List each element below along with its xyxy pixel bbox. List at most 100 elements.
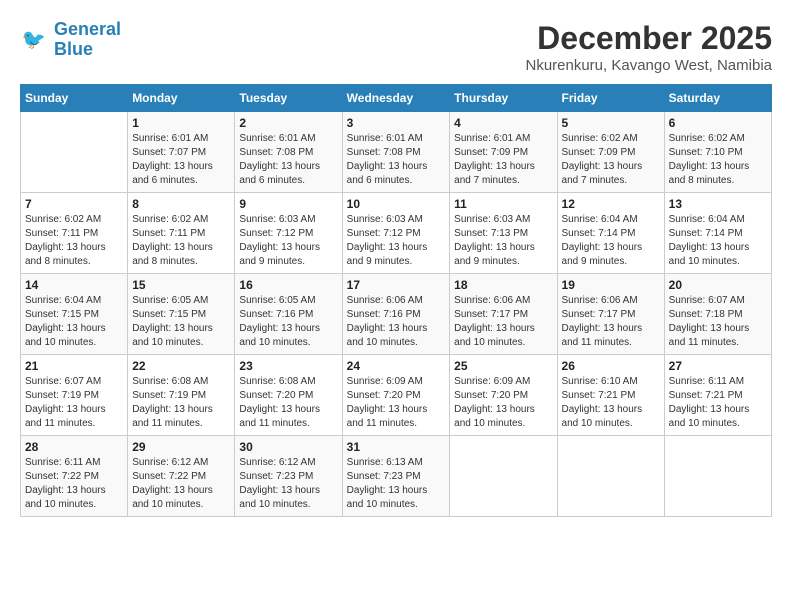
day-number: 7: [25, 197, 123, 211]
day-number: 23: [239, 359, 337, 373]
week-row-3: 14Sunrise: 6:04 AMSunset: 7:15 PMDayligh…: [21, 274, 772, 355]
page-header: 🐦 General Blue December 2025 Nkurenkuru,…: [20, 20, 772, 74]
day-number: 17: [347, 278, 446, 292]
calendar-cell: 3 Sunrise: 6:01 AMSunset: 7:08 PMDaylight…: [342, 112, 450, 193]
day-number: 6: [669, 116, 767, 130]
day-info: Sunrise: 6:08 AMSunset: 7:20 PMDaylight:…: [239, 375, 337, 431]
calendar-cell: 23 Sunrise: 6:08 AMSunset: 7:20 PMDayligh…: [235, 355, 342, 436]
calendar-table: SundayMondayTuesdayWednesdayThursdayFrid…: [20, 84, 772, 517]
calendar-body: 1 Sunrise: 6:01 AMSunset: 7:07 PMDaylight…: [21, 112, 772, 517]
day-number: 19: [562, 278, 660, 292]
day-info: Sunrise: 6:04 AMSunset: 7:14 PMDaylight:…: [669, 213, 767, 269]
day-number: 1: [132, 116, 230, 130]
calendar-cell: 5Sunrise: 6:02 AMSunset: 7:09 PMDaylight…: [557, 112, 664, 193]
week-row-4: 21 Sunrise: 6:07 AMSunset: 7:19 PMDayligh…: [21, 355, 772, 436]
calendar-cell: 30 Sunrise: 6:12 AMSunset: 7:23 PMDayligh…: [235, 436, 342, 517]
calendar-cell: 29 Sunrise: 6:12 AMSunset: 7:22 PMDayligh…: [128, 436, 235, 517]
day-info: Sunrise: 6:11 AMSunset: 7:22 PMDaylight:…: [25, 456, 123, 512]
day-number: 8: [132, 197, 230, 211]
day-info: Sunrise: 6:02 AMSunset: 7:09 PMDaylight:…: [562, 132, 660, 188]
calendar-cell: [557, 436, 664, 517]
calendar-cell: [21, 112, 128, 193]
day-number: 27: [669, 359, 767, 373]
calendar-cell: [664, 436, 771, 517]
day-number: 3: [347, 116, 446, 130]
day-number: 2: [239, 116, 337, 130]
day-info: Sunrise: 6:12 AMSunset: 7:23 PMDaylight:…: [239, 456, 337, 512]
title-section: December 2025 Nkurenkuru, Kavango West, …: [525, 20, 772, 74]
calendar-cell: 7 Sunrise: 6:02 AMSunset: 7:11 PMDaylight…: [21, 193, 128, 274]
week-row-1: 1 Sunrise: 6:01 AMSunset: 7:07 PMDaylight…: [21, 112, 772, 193]
day-info: Sunrise: 6:02 AMSunset: 7:11 PMDaylight:…: [25, 213, 123, 269]
day-header-monday: Monday: [128, 85, 235, 112]
calendar-cell: 10 Sunrise: 6:03 AMSunset: 7:12 PMDayligh…: [342, 193, 450, 274]
calendar-cell: 11Sunrise: 6:03 AMSunset: 7:13 PMDayligh…: [450, 193, 557, 274]
day-info: Sunrise: 6:06 AMSunset: 7:17 PMDaylight:…: [562, 294, 660, 350]
day-info: Sunrise: 6:04 AMSunset: 7:15 PMDaylight:…: [25, 294, 123, 350]
calendar-cell: 25 Sunrise: 6:09 AMSunset: 7:20 PMDayligh…: [450, 355, 557, 436]
day-info: Sunrise: 6:13 AMSunset: 7:23 PMDaylight:…: [347, 456, 446, 512]
day-info: Sunrise: 6:01 AMSunset: 7:09 PMDaylight:…: [454, 132, 552, 188]
day-number: 10: [347, 197, 446, 211]
day-info: Sunrise: 6:09 AMSunset: 7:20 PMDaylight:…: [454, 375, 552, 431]
day-number: 30: [239, 440, 337, 454]
day-number: 29: [132, 440, 230, 454]
calendar-cell: 24Sunrise: 6:09 AMSunset: 7:20 PMDayligh…: [342, 355, 450, 436]
day-header-thursday: Thursday: [450, 85, 557, 112]
day-number: 21: [25, 359, 123, 373]
calendar-cell: 8 Sunrise: 6:02 AMSunset: 7:11 PMDaylight…: [128, 193, 235, 274]
day-number: 24: [347, 359, 446, 373]
day-info: Sunrise: 6:03 AMSunset: 7:12 PMDaylight:…: [347, 213, 446, 269]
calendar-cell: 18Sunrise: 6:06 AMSunset: 7:17 PMDayligh…: [450, 274, 557, 355]
svg-text:🐦: 🐦: [22, 29, 46, 51]
calendar-cell: 1 Sunrise: 6:01 AMSunset: 7:07 PMDaylight…: [128, 112, 235, 193]
day-number: 9: [239, 197, 337, 211]
day-info: Sunrise: 6:12 AMSunset: 7:22 PMDaylight:…: [132, 456, 230, 512]
day-info: Sunrise: 6:05 AMSunset: 7:15 PMDaylight:…: [132, 294, 230, 350]
day-number: 11: [454, 197, 552, 211]
week-row-5: 28 Sunrise: 6:11 AMSunset: 7:22 PMDayligh…: [21, 436, 772, 517]
day-number: 13: [669, 197, 767, 211]
day-info: Sunrise: 6:06 AMSunset: 7:16 PMDaylight:…: [347, 294, 446, 350]
calendar-cell: 2 Sunrise: 6:01 AMSunset: 7:08 PMDaylight…: [235, 112, 342, 193]
day-number: 18: [454, 278, 552, 292]
logo-icon: 🐦: [20, 25, 50, 55]
day-number: 25: [454, 359, 552, 373]
day-info: Sunrise: 6:02 AMSunset: 7:10 PMDaylight:…: [669, 132, 767, 188]
day-info: Sunrise: 6:01 AMSunset: 7:08 PMDaylight:…: [239, 132, 337, 188]
calendar-cell: 14Sunrise: 6:04 AMSunset: 7:15 PMDayligh…: [21, 274, 128, 355]
day-info: Sunrise: 6:11 AMSunset: 7:21 PMDaylight:…: [669, 375, 767, 431]
day-number: 28: [25, 440, 123, 454]
calendar-cell: [450, 436, 557, 517]
day-info: Sunrise: 6:04 AMSunset: 7:14 PMDaylight:…: [562, 213, 660, 269]
day-info: Sunrise: 6:01 AMSunset: 7:07 PMDaylight:…: [132, 132, 230, 188]
day-header-saturday: Saturday: [664, 85, 771, 112]
calendar-cell: 27 Sunrise: 6:11 AMSunset: 7:21 PMDayligh…: [664, 355, 771, 436]
day-number: 16: [239, 278, 337, 292]
day-number: 15: [132, 278, 230, 292]
day-number: 22: [132, 359, 230, 373]
logo: 🐦 General Blue: [20, 20, 121, 60]
month-title: December 2025: [525, 20, 772, 57]
day-number: 31: [347, 440, 446, 454]
calendar-cell: 28 Sunrise: 6:11 AMSunset: 7:22 PMDayligh…: [21, 436, 128, 517]
day-info: Sunrise: 6:02 AMSunset: 7:11 PMDaylight:…: [132, 213, 230, 269]
week-row-2: 7 Sunrise: 6:02 AMSunset: 7:11 PMDaylight…: [21, 193, 772, 274]
day-header-tuesday: Tuesday: [235, 85, 342, 112]
day-info: Sunrise: 6:10 AMSunset: 7:21 PMDaylight:…: [562, 375, 660, 431]
day-info: Sunrise: 6:01 AMSunset: 7:08 PMDaylight:…: [347, 132, 446, 188]
calendar-cell: 4 Sunrise: 6:01 AMSunset: 7:09 PMDaylight…: [450, 112, 557, 193]
day-number: 12: [562, 197, 660, 211]
calendar-header-row: SundayMondayTuesdayWednesdayThursdayFrid…: [21, 85, 772, 112]
logo-text: General Blue: [54, 20, 121, 60]
calendar-cell: 19 Sunrise: 6:06 AMSunset: 7:17 PMDayligh…: [557, 274, 664, 355]
day-number: 26: [562, 359, 660, 373]
day-info: Sunrise: 6:07 AMSunset: 7:19 PMDaylight:…: [25, 375, 123, 431]
day-number: 4: [454, 116, 552, 130]
calendar-cell: 31 Sunrise: 6:13 AMSunset: 7:23 PMDayligh…: [342, 436, 450, 517]
calendar-cell: 22Sunrise: 6:08 AMSunset: 7:19 PMDayligh…: [128, 355, 235, 436]
calendar-cell: 21 Sunrise: 6:07 AMSunset: 7:19 PMDayligh…: [21, 355, 128, 436]
day-header-wednesday: Wednesday: [342, 85, 450, 112]
day-number: 20: [669, 278, 767, 292]
calendar-cell: 9Sunrise: 6:03 AMSunset: 7:12 PMDaylight…: [235, 193, 342, 274]
